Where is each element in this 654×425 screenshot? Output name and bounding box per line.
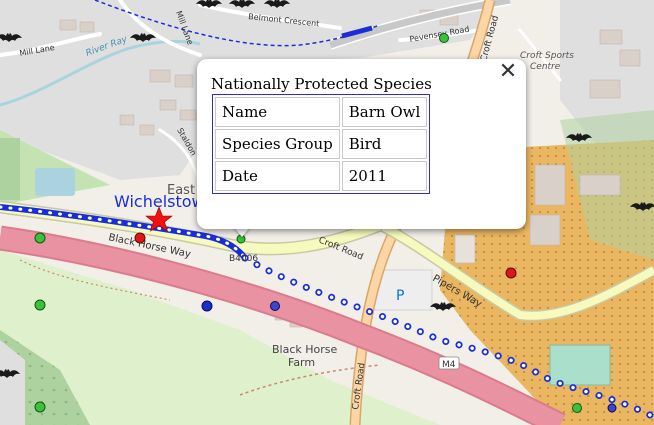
table-cell-key: Date (215, 161, 340, 191)
blue-circle-marker[interactable] (270, 301, 280, 311)
species-table: Name Barn Owl Species Group Bird Date 20… (212, 94, 431, 194)
red-circle-marker[interactable] (505, 267, 517, 279)
label-east: East (167, 183, 195, 198)
green-circle-marker[interactable] (34, 401, 46, 413)
species-popup: Nationally Protected Species ✕ Name Barn… (197, 59, 526, 229)
label-parking: P (396, 288, 404, 304)
green-circle-marker[interactable] (34, 232, 46, 244)
blue-circle-marker[interactable] (607, 403, 617, 413)
table-cell-value: 2011 (341, 161, 428, 191)
green-circle-marker[interactable] (572, 403, 582, 413)
red-circle-marker[interactable] (134, 232, 146, 244)
grass-strip (0, 138, 20, 200)
table-cell-key: Species Group (215, 129, 340, 159)
table-row: Date 2011 (215, 161, 428, 191)
label-black-horse-farm-1: Black Horse (272, 343, 338, 356)
green-circle-marker[interactable] (34, 299, 46, 311)
table-row: Name Barn Owl (215, 97, 428, 127)
label-black-horse-farm-2: Farm (288, 356, 315, 369)
label-b4006: B4006 (229, 254, 258, 264)
blue-circle-marker[interactable] (201, 300, 213, 312)
sports-pitch (549, 344, 611, 386)
label-m4: M4 (442, 360, 456, 370)
table-cell-value: Barn Owl (341, 97, 428, 127)
table-row: Species Group Bird (215, 129, 428, 159)
close-icon[interactable]: ✕ (497, 61, 519, 83)
popup-title: Nationally Protected Species (211, 75, 432, 93)
table-cell-key: Name (215, 97, 340, 127)
green-circle-marker[interactable] (439, 33, 449, 43)
lake (35, 168, 75, 196)
label-croft-sports-centre-2: Centre (530, 62, 561, 72)
table-cell-value: Bird (341, 129, 428, 159)
label-croft-sports-centre-1: Croft Sports (520, 51, 574, 61)
